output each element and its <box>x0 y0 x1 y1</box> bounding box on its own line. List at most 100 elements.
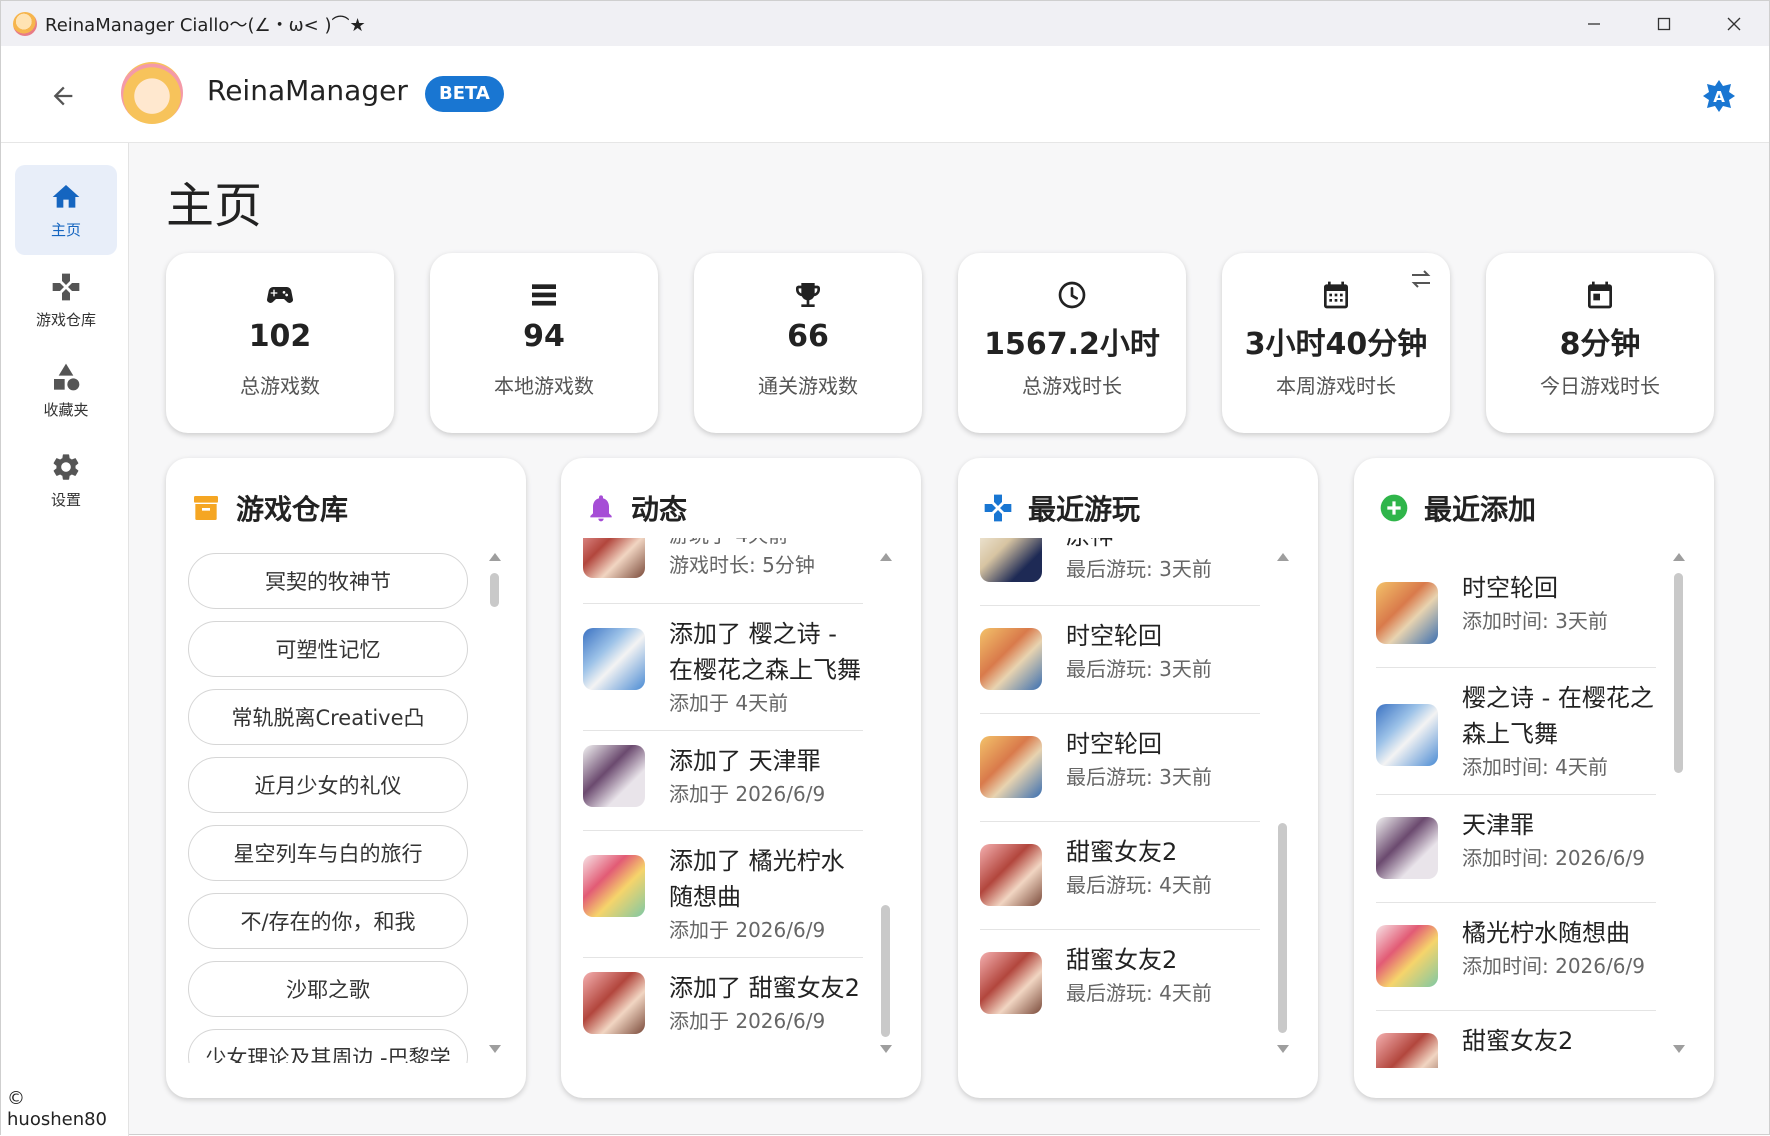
calendar-today-icon <box>1588 281 1612 309</box>
stat-card-weekly-playtime[interactable]: 3小时40分钟 本周游戏时长 <box>1222 253 1450 433</box>
library-item[interactable]: 常轨脱离Creative凸 <box>188 689 468 745</box>
translate-icon: A <box>1703 80 1735 112</box>
scroll-up-icon[interactable] <box>1277 553 1289 561</box>
arrow-left-icon <box>53 86 73 106</box>
close-icon <box>1727 17 1741 30</box>
scroll-thumb[interactable] <box>1278 823 1287 1033</box>
panel-title: 动态 <box>631 493 688 526</box>
game-title: 甜蜜女友2 <box>1462 1027 1574 1055</box>
activity-item[interactable]: 添加了 甜蜜女友2 添加于 2026/6/9 <box>583 958 863 1048</box>
activity-item[interactable]: 添加了 橘光柠水随想曲 添加于 2026/6/9 <box>583 831 863 958</box>
sidebar-item-settings[interactable]: 设置 <box>15 435 117 525</box>
stat-card-local-games: 94 本地游戏数 <box>430 253 658 433</box>
game-cover <box>583 972 645 1034</box>
game-cover <box>1376 817 1438 879</box>
recent-played-scrollbar[interactable] <box>1276 553 1290 1053</box>
game-cover <box>583 538 645 578</box>
library-item[interactable]: 冥契的牧神节 <box>188 553 468 609</box>
recent-played-list[interactable]: 原神 最后游玩: 3天前 时空轮回 最后游玩: 3天前 时空轮回 最后游玩: 3… <box>980 538 1260 1048</box>
game-cover <box>980 628 1042 690</box>
recent-played-item[interactable]: 甜蜜女友2 最后游玩: 4天前 <box>980 822 1260 930</box>
stat-value: 1567.2小时 <box>984 327 1160 362</box>
back-button[interactable] <box>41 74 85 118</box>
stat-label: 本地游戏数 <box>494 374 594 398</box>
stat-label: 本周游戏时长 <box>1276 374 1396 398</box>
stat-value: 3小时40分钟 <box>1244 327 1428 362</box>
stat-label: 总游戏数 <box>240 374 320 398</box>
activity-detail: 添加于 2026/6/9 <box>669 918 826 942</box>
minimize-button[interactable] <box>1559 1 1629 46</box>
recent-added-item[interactable]: 樱之诗 - 在樱花之森上飞舞 添加时间: 4天前 <box>1376 668 1656 795</box>
last-played: 最后游玩: 4天前 <box>1066 873 1212 897</box>
game-cover <box>583 628 645 690</box>
recent-added-item[interactable]: 时空轮回 添加时间: 3天前 <box>1376 558 1656 668</box>
activity-title: 添加了 樱之诗 - 在樱花之森上飞舞 <box>669 620 861 684</box>
library-item[interactable]: 沙耶之歌 <box>188 961 468 1017</box>
game-cover <box>583 855 645 917</box>
app-logo <box>121 62 183 124</box>
library-item[interactable]: 不/存在的你，和我 <box>188 893 468 949</box>
library-item[interactable]: 近月少女的礼仪 <box>188 757 468 813</box>
scroll-down-icon[interactable] <box>880 1045 892 1053</box>
library-scrollbar[interactable] <box>488 553 502 1053</box>
scroll-thumb[interactable] <box>490 573 499 607</box>
trophy-icon <box>796 283 820 307</box>
scroll-up-icon[interactable] <box>880 553 892 561</box>
language-button[interactable]: A <box>1699 76 1739 116</box>
recent-added-list[interactable]: 时空轮回 添加时间: 3天前 樱之诗 - 在樱花之森上飞舞 添加时间: 4天前 … <box>1376 558 1656 1068</box>
category-icon <box>54 363 80 390</box>
recent-added-item[interactable]: 橘光柠水随想曲 添加时间: 2026/6/9 <box>1376 903 1656 1011</box>
recent-added-item[interactable]: 甜蜜女友2 <box>1376 1011 1656 1068</box>
minimize-icon <box>1588 22 1600 25</box>
added-time: 添加时间: 3天前 <box>1462 609 1608 633</box>
scroll-thumb[interactable] <box>1674 573 1683 773</box>
close-button[interactable] <box>1699 1 1769 46</box>
library-item[interactable]: 少女理论及其周边 -巴黎学 <box>188 1029 468 1063</box>
app-name: ReinaManager <box>207 74 408 107</box>
library-list[interactable]: 冥契的牧神节 可塑性记忆 常轨脱离Creative凸 近月少女的礼仪 星空列车与… <box>188 553 468 1063</box>
stat-card-cleared-games: 66 通关游戏数 <box>694 253 922 433</box>
activity-detail: 添加于 2026/6/9 <box>669 1009 826 1033</box>
stat-label: 总游戏时长 <box>1022 374 1122 398</box>
activity-item[interactable]: 游玩于 4天前 游戏时长: 5分钟 <box>583 538 863 604</box>
scroll-up-icon[interactable] <box>489 553 501 561</box>
activity-item[interactable]: 添加了 天津罪 添加于 2026/6/9 <box>583 731 863 831</box>
recent-played-item[interactable]: 甜蜜女友2 最后游玩: 4天前 <box>980 930 1260 1038</box>
scroll-up-icon[interactable] <box>1673 553 1685 561</box>
window-controls <box>1559 1 1769 46</box>
game-cover <box>1376 582 1438 644</box>
recent-added-scrollbar[interactable] <box>1672 553 1686 1053</box>
last-played: 最后游玩: 3天前 <box>1066 557 1212 581</box>
game-cover <box>980 538 1042 582</box>
sidebar-item-label: 游戏仓库 <box>35 310 96 329</box>
stat-card-total-games: 102 总游戏数 <box>166 253 394 433</box>
recent-added-item[interactable]: 天津罪 添加时间: 2026/6/9 <box>1376 795 1656 903</box>
sidebar-item-home[interactable]: 主页 <box>15 165 117 255</box>
library-item[interactable]: 可塑性记忆 <box>188 621 468 677</box>
activity-detail: 添加于 4天前 <box>669 691 789 715</box>
recent-played-item[interactable]: 时空轮回 最后游玩: 3天前 <box>980 606 1260 714</box>
game-title: 时空轮回 <box>1462 574 1558 602</box>
game-cover <box>583 745 645 807</box>
scroll-down-icon[interactable] <box>489 1045 501 1053</box>
recent-played-item[interactable]: 时空轮回 最后游玩: 3天前 <box>980 714 1260 822</box>
scroll-thumb[interactable] <box>881 905 890 1037</box>
maximize-icon <box>1657 17 1671 30</box>
gamepad-icon <box>52 273 80 300</box>
panel-title: 游戏仓库 <box>236 493 349 526</box>
activity-list[interactable]: 游玩于 4天前 游戏时长: 5分钟 添加了 樱之诗 - 在樱花之森上飞舞 添加于… <box>583 538 863 1048</box>
activity-scrollbar[interactable] <box>879 553 893 1053</box>
game-title: 时空轮回 <box>1066 622 1162 650</box>
scroll-down-icon[interactable] <box>1277 1045 1289 1053</box>
activity-detail: 游玩于 4天前 <box>669 538 863 550</box>
maximize-button[interactable] <box>1629 1 1699 46</box>
app-window: ReinaManager Ciallo～(∠・ω< )⌒★ ReinaManag… <box>0 0 1770 1136</box>
sidebar-item-favorites[interactable]: 收藏夹 <box>15 345 117 435</box>
scroll-down-icon[interactable] <box>1673 1045 1685 1053</box>
recent-played-item[interactable]: 原神 最后游玩: 3天前 <box>980 538 1260 606</box>
calendar-icon <box>1324 281 1348 309</box>
activity-detail: 添加于 2026/6/9 <box>669 782 826 806</box>
library-item[interactable]: 星空列车与白的旅行 <box>188 825 468 881</box>
sidebar-item-library[interactable]: 游戏仓库 <box>15 255 117 345</box>
activity-item[interactable]: 添加了 樱之诗 - 在樱花之森上飞舞 添加于 4天前 <box>583 604 863 731</box>
